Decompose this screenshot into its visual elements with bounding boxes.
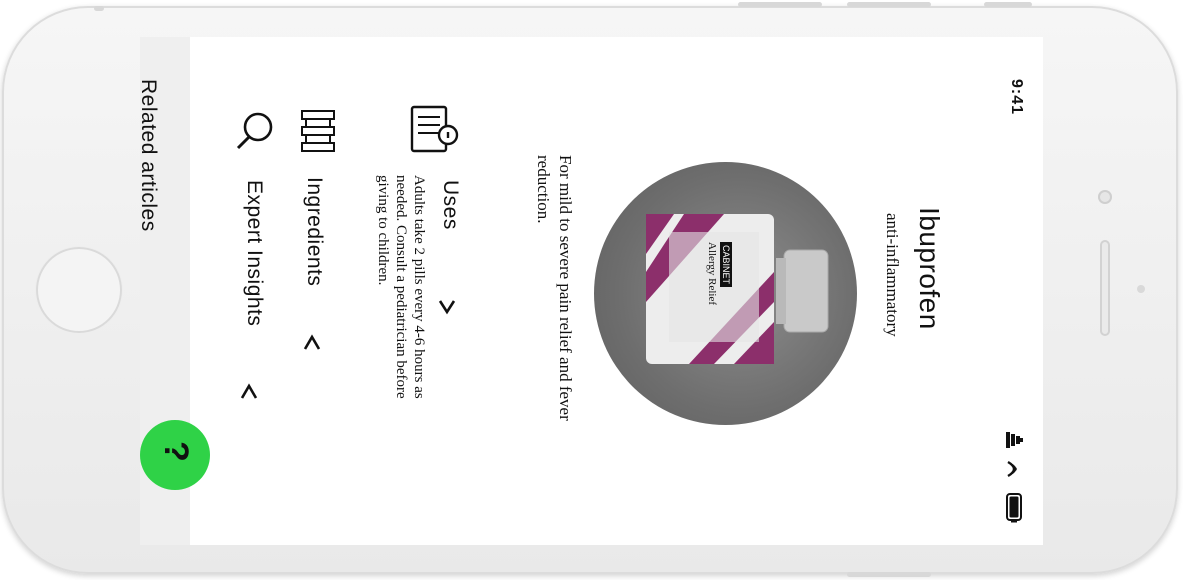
document-icon [410, 105, 459, 153]
front-camera [1098, 190, 1112, 204]
section-title-expert-insights[interactable]: Expert Insights [242, 180, 266, 326]
wifi-icon [1007, 460, 1017, 478]
product-image: CABINET Allergy Relief [594, 162, 857, 425]
volume-button [94, 6, 104, 11]
chevron-left-icon[interactable] [240, 382, 258, 400]
signal-icon [1006, 432, 1023, 448]
search-icon [236, 112, 273, 150]
product-description: For mild to severe pain relief and fever… [534, 155, 575, 421]
related-articles-label[interactable]: Related articles [140, 79, 160, 232]
app-screen: 9:41 Ibuprofen anti-inflammatory CABINET… [140, 37, 1043, 545]
question-icon: ? [157, 441, 195, 462]
status-time: 9:41 [1008, 79, 1025, 116]
product-name: Ibuprofen [914, 207, 945, 330]
side-button-top-3 [984, 2, 1032, 7]
section-title-uses[interactable]: Uses [438, 180, 462, 230]
help-button[interactable]: ? [140, 420, 210, 490]
product-category: anti-inflammatory [883, 213, 902, 337]
side-button-bottom [847, 572, 931, 577]
section-title-ingredients[interactable]: Ingredients [302, 177, 326, 286]
box-product-label: Allergy Relief [706, 242, 718, 306]
home-button[interactable] [36, 247, 122, 333]
earpiece-speaker [1100, 240, 1110, 336]
medicine-box-illustration [646, 214, 829, 364]
box-brand-label: CABINET [720, 242, 732, 288]
uses-body: Adults take 2 pills every 4-6 hours as n… [375, 175, 427, 399]
chevron-left-icon[interactable] [303, 333, 321, 351]
battery-icon [1006, 493, 1022, 523]
side-button-top-1 [738, 2, 822, 7]
bottles-icon [301, 110, 335, 152]
chevron-down-icon[interactable] [438, 299, 456, 315]
proximity-sensor [1137, 285, 1145, 293]
side-button-top-2 [847, 2, 931, 7]
